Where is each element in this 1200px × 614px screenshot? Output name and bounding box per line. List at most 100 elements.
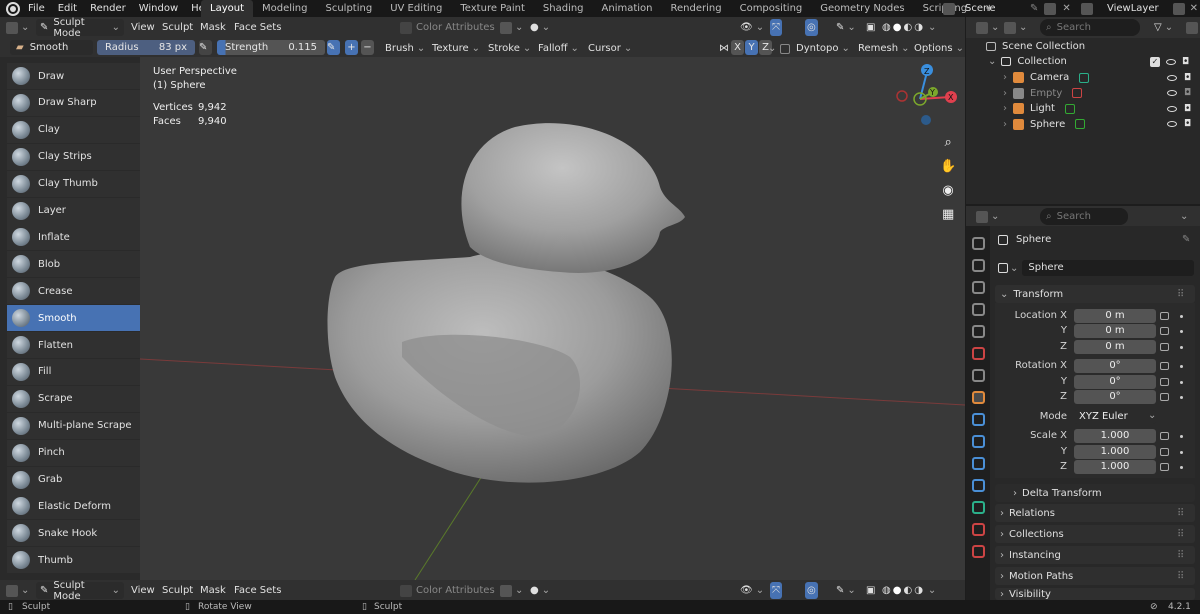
scale-z-field[interactable]: 1.000	[1074, 460, 1156, 474]
object-type-icon[interactable]	[998, 263, 1008, 273]
tool-clay[interactable]: Clay	[7, 116, 140, 143]
scene-icon[interactable]	[943, 2, 955, 15]
render-camera-icon[interactable]: ◘	[1184, 119, 1191, 129]
material-tab-icon[interactable]	[972, 523, 985, 536]
rotation-y-field[interactable]: 0°	[1074, 375, 1156, 389]
tab-texture-paint[interactable]: Texture Paint	[451, 0, 534, 17]
location-y-field[interactable]: 0 m	[1074, 324, 1156, 338]
location-x-field[interactable]: 0 m	[1074, 309, 1156, 323]
outliner-editor-type-icon[interactable]	[976, 19, 999, 36]
collection-render-camera-icon[interactable]: ◘	[1182, 57, 1189, 67]
tool-tab-icon[interactable]	[972, 237, 985, 250]
drag-handle-icon[interactable]: ⠿	[1177, 289, 1184, 300]
keyframe-dot-icon[interactable]	[1180, 435, 1183, 438]
tab-layout[interactable]: Layout	[201, 0, 253, 17]
proportional-icon[interactable]: ●	[530, 19, 550, 36]
symmetry-dropdown-icon[interactable]	[765, 40, 776, 57]
visibility-header[interactable]: › Visibility	[995, 588, 1195, 600]
stroke-menu[interactable]: Stroke	[488, 40, 531, 57]
perspective-grid-icon[interactable]: ▦	[940, 203, 956, 227]
physics-tab-icon[interactable]	[972, 457, 985, 470]
outliner-item-empty[interactable]: › Empty ◘	[1003, 86, 1194, 101]
falloff-menu[interactable]: Falloff	[538, 40, 579, 57]
keyframe-dot-icon[interactable]	[1180, 346, 1183, 349]
scene-name[interactable]: Scene	[965, 3, 996, 14]
data-tab-icon[interactable]	[972, 501, 985, 514]
visibility-eye-icon[interactable]	[1167, 105, 1177, 112]
render-camera-icon[interactable]: ◘	[1184, 88, 1191, 98]
tool-smooth[interactable]: Smooth	[7, 305, 140, 332]
object-tab-icon[interactable]	[972, 391, 985, 404]
visibility-eye-icon[interactable]	[1167, 121, 1177, 127]
bottom-xray-icon[interactable]: ✎	[836, 582, 856, 599]
world-tab-icon[interactable]	[972, 347, 985, 360]
menu-face-sets[interactable]: Face Sets	[234, 19, 281, 36]
bottom-visibility-icon[interactable]: 👁	[740, 582, 764, 599]
visibility-icon[interactable]: 👁	[740, 19, 764, 36]
location-z-field[interactable]: 0 m	[1074, 340, 1156, 354]
tool-scrape[interactable]: Scrape	[7, 385, 140, 412]
outliner-item-camera[interactable]: › Camera ◘	[1003, 70, 1194, 85]
lock-icon[interactable]	[1160, 393, 1169, 401]
bottom-menu-mask[interactable]: Mask	[200, 582, 226, 599]
rotation-x-field[interactable]: 0°	[1074, 359, 1156, 373]
radius-pressure-icon[interactable]: ✎	[199, 40, 212, 55]
outliner-display-mode-icon[interactable]	[1004, 19, 1027, 36]
direction-add-button[interactable]: +	[345, 40, 358, 55]
overlay-toggle-icon[interactable]: ◎	[805, 19, 818, 36]
shading-modes[interactable]: ◍ ● ◐ ◑	[882, 19, 938, 36]
bottom-editor-type-icon[interactable]	[6, 582, 29, 599]
options-menu[interactable]: Options	[914, 40, 964, 57]
tool-layer[interactable]: Layer	[7, 197, 140, 224]
bottom-menu-view[interactable]: View	[131, 582, 155, 599]
bottom-overlay-icon[interactable]: ◎	[805, 582, 818, 599]
tool-clay-strips[interactable]: Clay Strips	[7, 143, 140, 170]
collection-visibility-eye-icon[interactable]	[1166, 58, 1176, 65]
brush-selector[interactable]: ▰ Smooth	[10, 40, 93, 55]
scene-tab-icon[interactable]	[972, 325, 985, 338]
sphere-data-icon[interactable]	[1075, 119, 1086, 129]
tool-clay-thumb[interactable]: Clay Thumb	[7, 170, 140, 197]
menu-render[interactable]: Render	[90, 3, 126, 14]
pan-hand-icon[interactable]: ✋	[940, 155, 956, 179]
tool-blob[interactable]: Blob	[7, 251, 140, 278]
tab-modeling[interactable]: Modeling	[253, 0, 317, 17]
exclude-checkbox[interactable]: ✓	[1150, 56, 1160, 67]
tab-sculpting[interactable]: Sculpting	[317, 0, 382, 17]
particles-tab-icon[interactable]	[972, 435, 985, 448]
solid-shading-icon[interactable]: ●	[893, 22, 904, 33]
camera-data-icon[interactable]	[1079, 72, 1090, 83]
relations-header[interactable]: › Relations ⠿	[995, 504, 1195, 522]
visibility-eye-icon[interactable]	[1167, 90, 1177, 96]
tool-draw[interactable]: Draw	[7, 63, 140, 89]
keyframe-dot-icon[interactable]	[1180, 315, 1183, 318]
tab-uv-editing[interactable]: UV Editing	[381, 0, 451, 17]
properties-search-input[interactable]: ⌕ Search	[1040, 208, 1128, 225]
texture-menu[interactable]: Texture	[432, 40, 480, 57]
delete-view-layer-icon[interactable]: ✕	[1190, 3, 1198, 14]
tab-compositing[interactable]: Compositing	[731, 0, 812, 17]
editor-type-icon[interactable]	[6, 19, 29, 36]
expand-arrow-icon[interactable]: ›	[1003, 119, 1007, 130]
cursor-menu[interactable]: Cursor	[588, 40, 632, 57]
lock-icon[interactable]	[1160, 378, 1169, 386]
toggle-xray-icon[interactable]: ▣	[866, 19, 875, 36]
camera-view-icon[interactable]: ◉	[940, 179, 956, 203]
bottom-pivot-icon[interactable]	[500, 582, 523, 599]
material-shading-icon[interactable]: ◐	[903, 22, 914, 33]
outliner-item-light[interactable]: › Light ◘	[1003, 101, 1194, 116]
bottom-color-attributes-dropdown[interactable]: Color Attributes	[400, 582, 495, 599]
symmetry-y-toggle[interactable]: Y	[745, 40, 758, 55]
keyframe-dot-icon[interactable]	[1180, 396, 1183, 399]
tool-crease[interactable]: Crease	[7, 278, 140, 305]
strength-field[interactable]: Strength 0.115	[217, 40, 325, 55]
bottom-gizmo-icon[interactable]: ⤧	[770, 582, 782, 599]
tab-animation[interactable]: Animation	[593, 0, 662, 17]
instancing-header[interactable]: › Instancing ⠿	[995, 546, 1195, 564]
viewport-canvas[interactable]: Z X Y	[140, 57, 965, 580]
menu-edit[interactable]: Edit	[58, 3, 77, 14]
navigation-gizmo[interactable]: Z X Y	[896, 64, 957, 125]
light-data-icon[interactable]	[1064, 103, 1075, 114]
render-tab-icon[interactable]	[972, 259, 985, 272]
keyframe-dot-icon[interactable]	[1180, 381, 1183, 384]
